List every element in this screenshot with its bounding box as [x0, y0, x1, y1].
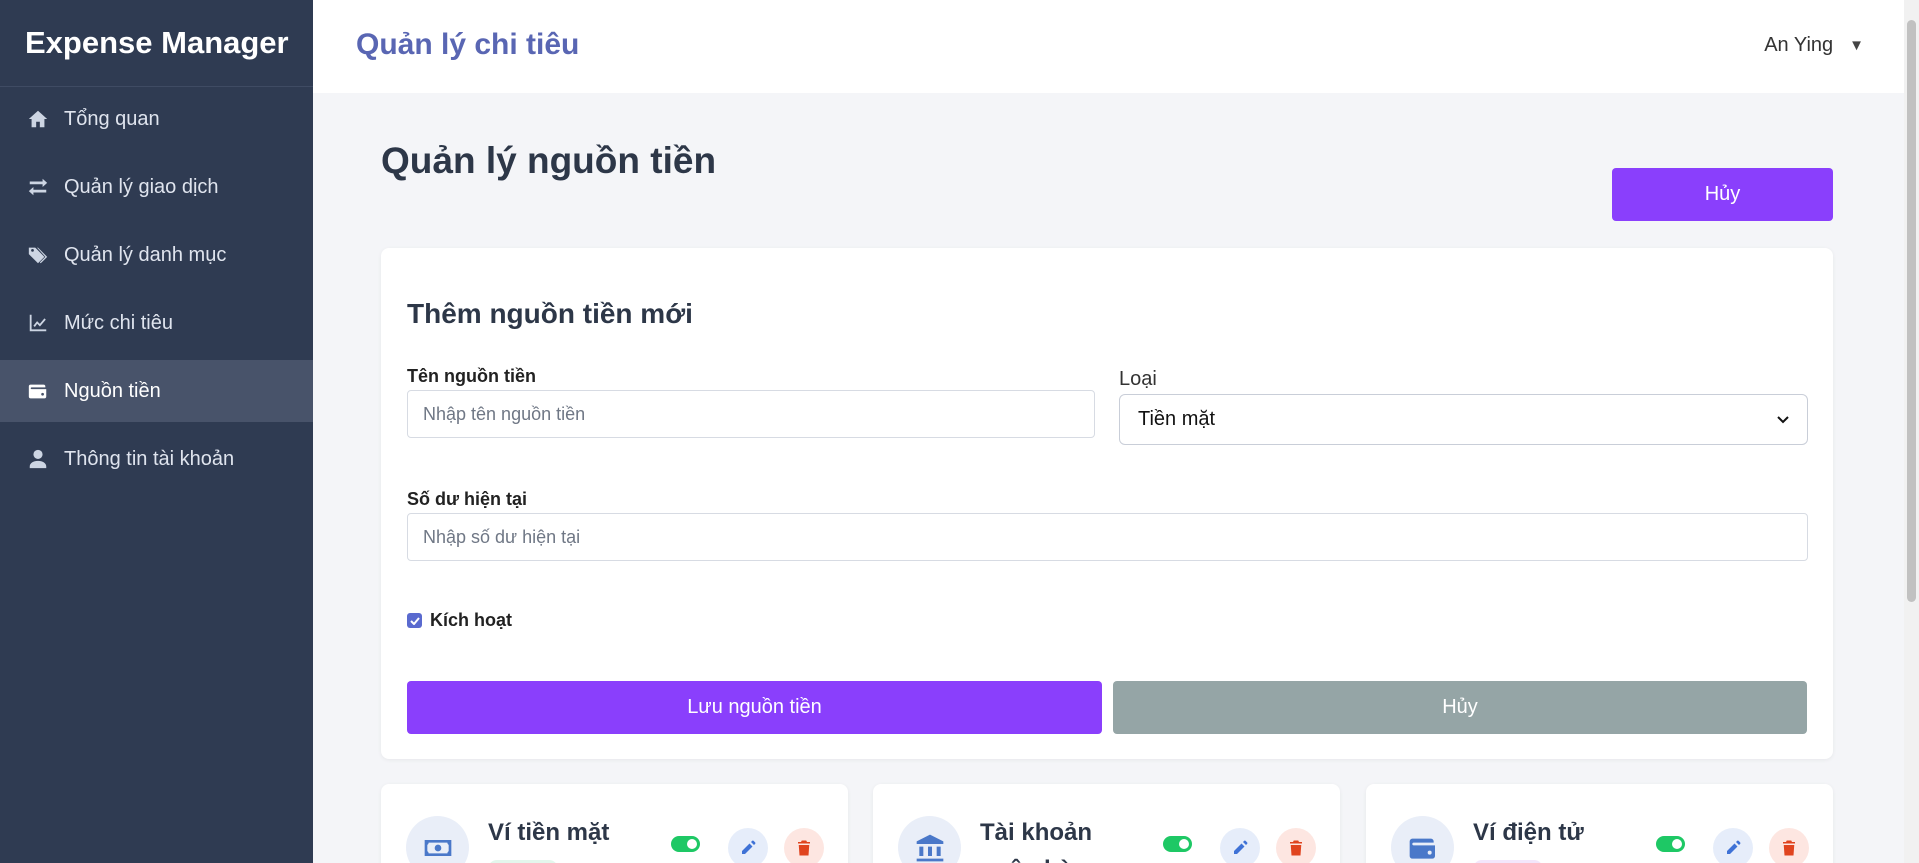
page-scrollbar[interactable]: [1904, 0, 1919, 863]
edit-button[interactable]: [1220, 828, 1260, 863]
form-title: Thêm nguồn tiền mới: [407, 298, 693, 329]
wallet-icon: [1391, 816, 1454, 863]
sidebar-item-label: Quản lý giao dịch: [64, 175, 219, 198]
exchange-icon: [26, 175, 50, 199]
brand-logo[interactable]: Expense Manager: [0, 0, 313, 87]
source-card: Tài khoản ngân hàng: [873, 784, 1340, 863]
source-name: Ví điện tử: [1473, 819, 1584, 846]
scrollbar-thumb[interactable]: [1907, 20, 1916, 602]
sidebar-nav: Tổng quan Quản lý giao dịch Quản lý danh…: [0, 88, 313, 490]
active-toggle[interactable]: [1656, 836, 1685, 852]
edit-icon: [1234, 840, 1248, 854]
edit-icon: [1727, 840, 1741, 854]
sidebar-item-money-sources[interactable]: Nguồn tiền: [0, 360, 313, 422]
edit-button[interactable]: [1713, 828, 1753, 863]
add-source-form: Thêm nguồn tiền mới Tên nguồn tiền Loại …: [381, 248, 1833, 759]
caret-down-icon: ▼: [1849, 37, 1864, 54]
page-title: Quản lý nguồn tiền: [381, 140, 717, 181]
source-card: Ví tiền mặt: [381, 784, 848, 863]
delete-button[interactable]: [1769, 828, 1809, 863]
user-icon: [26, 447, 50, 471]
trash-icon: [798, 840, 810, 856]
sidebar-item-spending-limit[interactable]: Mức chi tiêu: [0, 292, 313, 354]
active-checkbox-row[interactable]: Kích hoạt: [407, 610, 512, 631]
source-name-input[interactable]: [407, 390, 1095, 438]
money-bill-icon: [406, 816, 469, 863]
top-header: Quản lý chi tiêu An Ying ▼: [313, 0, 1904, 93]
cancel-button[interactable]: Hủy: [1612, 168, 1833, 221]
delete-button[interactable]: [784, 828, 824, 863]
sidebar-item-account[interactable]: Thông tin tài khoản: [0, 428, 313, 490]
source-card: Ví điện tử: [1366, 784, 1833, 863]
home-icon: [26, 107, 50, 131]
active-toggle[interactable]: [1163, 836, 1192, 852]
tags-icon: [26, 243, 50, 267]
sidebar-item-categories[interactable]: Quản lý danh mục: [0, 224, 313, 286]
type-label: Loại: [1119, 368, 1157, 390]
header-title: Quản lý chi tiêu: [356, 28, 580, 61]
balance-label: Số dư hiện tại: [407, 489, 528, 509]
bank-icon: [898, 816, 961, 863]
sidebar-item-label: Mức chi tiêu: [64, 311, 173, 334]
chevron-down-icon: [1777, 411, 1789, 429]
cancel-form-button[interactable]: Hủy: [1113, 681, 1807, 734]
sidebar-item-label: Tổng quan: [64, 107, 160, 130]
delete-button[interactable]: [1276, 828, 1316, 863]
active-label: Kích hoạt: [430, 610, 513, 630]
trash-icon: [1783, 840, 1795, 856]
sidebar-item-transactions[interactable]: Quản lý giao dịch: [0, 156, 313, 218]
user-menu[interactable]: An Ying ▼: [1764, 34, 1864, 57]
balance-input[interactable]: [407, 513, 1808, 561]
trash-icon: [1290, 840, 1302, 856]
sidebar-item-overview[interactable]: Tổng quan: [0, 88, 313, 150]
user-name: An Ying: [1764, 34, 1834, 56]
source-name: Tài khoản ngân hàng: [980, 819, 1101, 863]
active-checkbox[interactable]: [407, 613, 422, 628]
sidebar: Expense Manager Tổng quan Quản lý giao d…: [0, 0, 313, 863]
save-source-button[interactable]: Lưu nguồn tiền: [407, 681, 1102, 734]
edit-icon: [742, 840, 756, 854]
active-toggle[interactable]: [671, 836, 700, 852]
sidebar-item-label: Quản lý danh mục: [64, 243, 227, 266]
edit-button[interactable]: [728, 828, 768, 863]
source-type-select[interactable]: Tiền mặt: [1119, 394, 1808, 445]
source-name: Ví tiền mặt: [488, 819, 610, 846]
source-type-value: Tiền mặt: [1138, 408, 1216, 430]
wallet-icon: [26, 379, 50, 403]
chart-line-icon: [26, 311, 50, 335]
name-label: Tên nguồn tiền: [407, 366, 536, 386]
sidebar-item-label: Thông tin tài khoản: [64, 447, 235, 470]
sidebar-item-label: Nguồn tiền: [64, 379, 161, 402]
